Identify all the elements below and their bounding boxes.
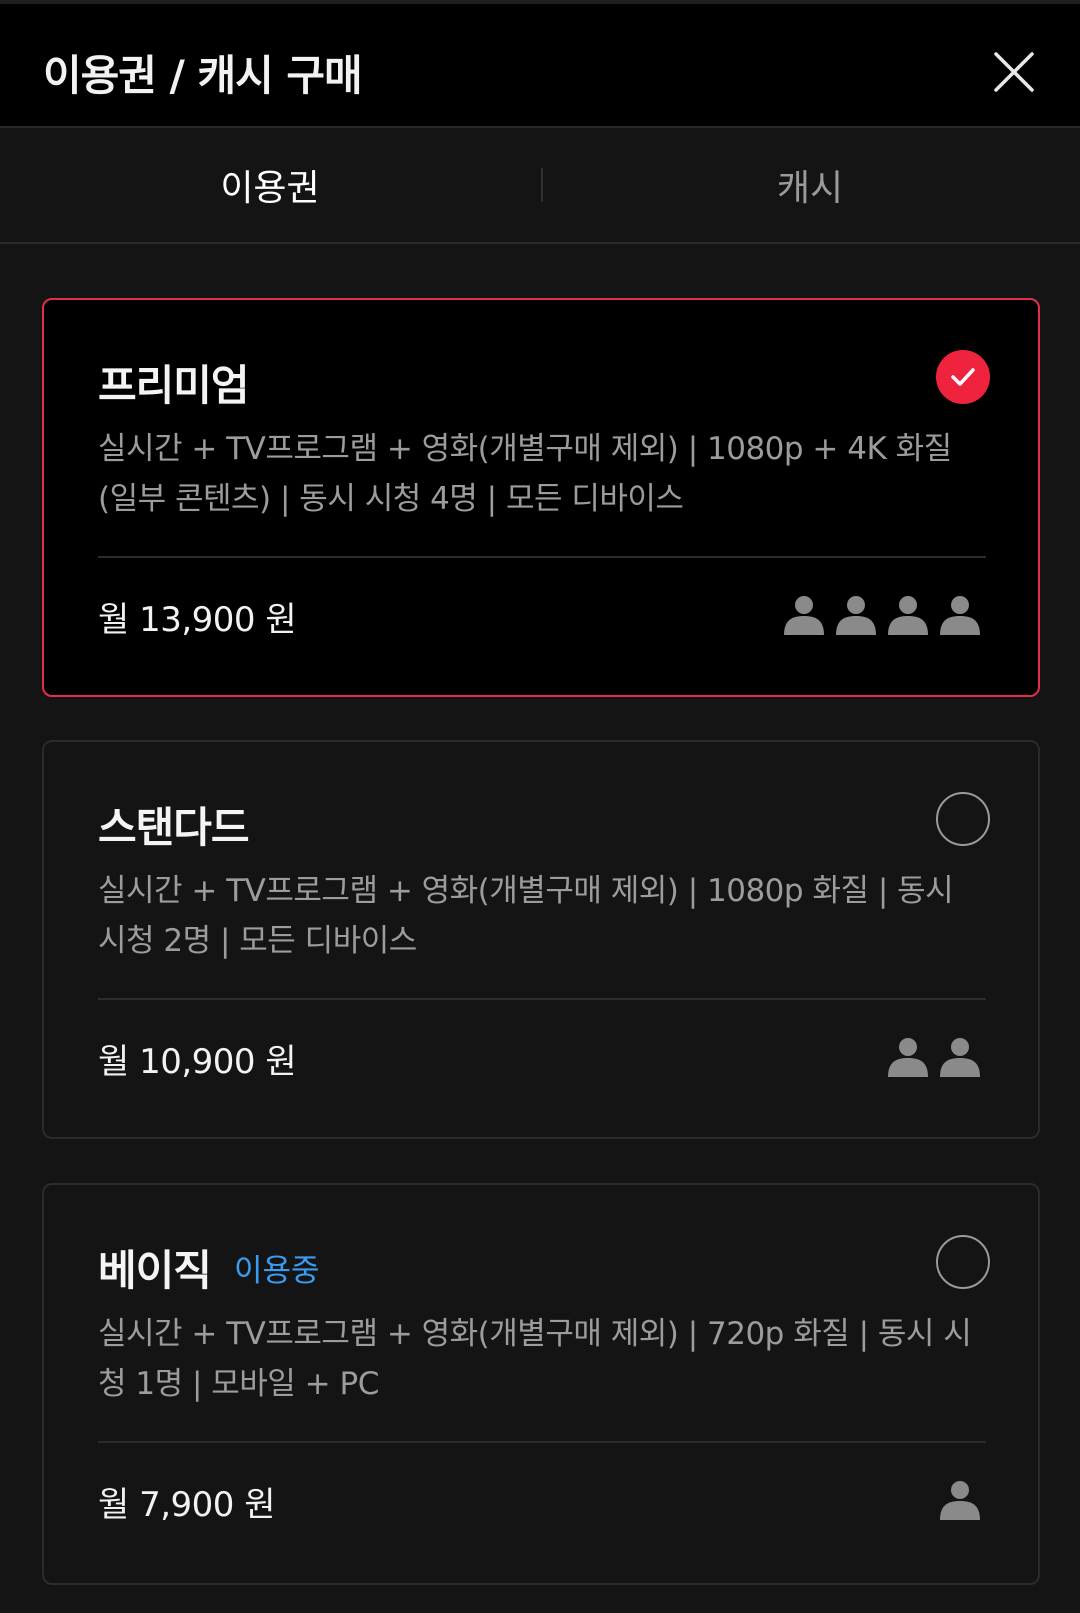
radio-unchecked-icon[interactable] — [936, 1235, 990, 1289]
divider — [98, 556, 986, 558]
plan-description: 실시간 + TV프로그램 + 영화(개별구매 제외) | 1080p + 4K … — [98, 431, 952, 517]
tab-pass[interactable]: 이용권 — [0, 128, 540, 242]
person-icon — [888, 596, 928, 635]
tab-cash[interactable]: 캐시 — [540, 128, 1080, 242]
person-icon — [888, 1038, 928, 1077]
concurrent-users-icons — [886, 1035, 982, 1079]
radio-checked-icon[interactable] — [936, 350, 990, 404]
divider — [98, 1441, 986, 1443]
plan-name: 프리미엄 — [98, 361, 250, 410]
person-icon — [940, 1481, 980, 1520]
plan-price: 월 10,900 원 — [98, 1042, 297, 1082]
radio-unchecked-icon[interactable] — [936, 792, 990, 846]
plan-price: 월 7,900 원 — [98, 1485, 276, 1525]
plan-card-standard[interactable]: 스탠다드 실시간 + TV프로그램 + 영화(개별구매 제외) | 1080p … — [42, 740, 1040, 1139]
in-use-badge: 이용중 — [234, 1253, 320, 1289]
person-icon — [784, 596, 824, 635]
person-icon — [836, 596, 876, 635]
concurrent-users-icons — [938, 1478, 982, 1522]
plan-name: 베이직 — [98, 1246, 212, 1295]
concurrent-users-icons — [782, 593, 982, 637]
person-icon — [940, 596, 980, 635]
plan-card-premium[interactable]: 프리미엄 실시간 + TV프로그램 + 영화(개별구매 제외) | 1080p … — [42, 298, 1040, 697]
plan-price: 월 13,900 원 — [98, 600, 297, 640]
page-title: 이용권 / 캐시 구매 — [43, 51, 363, 100]
person-icon — [940, 1038, 980, 1077]
plan-description: 실시간 + TV프로그램 + 영화(개별구매 제외) | 1080p 화질 | … — [98, 873, 954, 959]
header-bar: 이용권 / 캐시 구매 — [0, 0, 1080, 128]
plan-card-basic[interactable]: 베이직 이용중 실시간 + TV프로그램 + 영화(개별구매 제외) | 720… — [42, 1183, 1040, 1585]
close-icon[interactable] — [990, 48, 1038, 96]
tab-bar: 이용권 캐시 — [0, 128, 1080, 244]
plan-name: 스탠다드 — [98, 803, 250, 852]
plan-description: 실시간 + TV프로그램 + 영화(개별구매 제외) | 720p 화질 | 동… — [98, 1316, 972, 1402]
divider — [98, 998, 986, 1000]
